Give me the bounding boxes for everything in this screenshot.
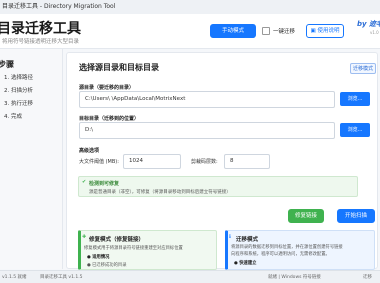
status-right2: 迁移 xyxy=(363,275,372,280)
usage-help-button[interactable]: ▣ 使用说明 xyxy=(306,24,344,38)
depth-input[interactable]: 8 xyxy=(224,154,270,169)
start-scan-button[interactable]: 开始扫描 xyxy=(337,209,375,223)
section-title: 选择源目录和目标目录 xyxy=(79,63,159,72)
migrate-panel-title: 迁移模式 xyxy=(236,237,259,243)
repair-panel-sub2: ● 已迁移成功的目录 xyxy=(87,263,127,268)
window-titlebar: 目录迁移工具 - Directory Migration Tool xyxy=(0,0,380,15)
steps-sidebar: 步骤 1. 选择路径 2. 扫描分析 3. 执行迁移 4. 完成 xyxy=(0,49,63,269)
repair-mode-panel: ✚ 修复模式（修复链接） 修复模式用于将源目录符号链接重建至对应目标位置 ● 适… xyxy=(78,230,217,270)
migrate-panel-text1: 将源目录的数据迁移到目标位置，并在源位置创建符号链接 xyxy=(231,245,343,250)
path-card: 选择源目录和目标目录 迁移模式 源目录（要迁移的目录） C:\Users\ \A… xyxy=(66,52,378,270)
status-right: 就绪 | Windows 符号链接 xyxy=(268,275,321,280)
app-header: 目录迁移工具 将用符号链接透明迁移大型目录 手动模式 一键迁移 ▣ 使用说明 b… xyxy=(0,14,380,49)
sidebar-item-select-path[interactable]: 1. 选择路径 xyxy=(4,73,33,81)
detect-title: 检测到可修复 xyxy=(89,181,120,187)
checkbox-icon[interactable] xyxy=(262,27,270,35)
app-subtitle: 将用符号链接透明迁移大型目录 xyxy=(2,39,80,45)
steps-title: 步骤 xyxy=(0,60,14,69)
migrate-panel-sub: ● 快速建立 xyxy=(234,261,257,266)
usage-help-label: 使用说明 xyxy=(317,28,340,34)
window-title: 目录迁移工具 - Directory Migration Tool xyxy=(2,3,116,10)
check-icon: ✔ xyxy=(82,179,87,185)
migrate-panel-text2: 向程序和系统，程序可以透明访问，无需修改配置。 xyxy=(231,252,330,257)
source-label: 源目录（要迁移的目录） xyxy=(79,85,135,91)
repair-panel-title: 修复模式（修复链接） xyxy=(89,237,145,243)
source-browse-button[interactable]: 浏览... xyxy=(340,92,370,106)
one-click-label: 一键迁移 xyxy=(273,29,296,35)
advanced-options-label: 高级选项 xyxy=(79,148,100,154)
sidebar-item-scan[interactable]: 2. 扫描分析 xyxy=(4,86,33,94)
sidebar-item-done[interactable]: 4. 完成 xyxy=(4,112,22,120)
threshold-input[interactable]: 1024 xyxy=(123,154,181,169)
status-middle: 目录迁移工具 v1.1.5 xyxy=(40,275,83,280)
source-input[interactable]: C:\Users\ \AppData\Local\MotrixNext xyxy=(79,91,335,108)
target-label: 目标目录（迁移到的位置） xyxy=(79,116,140,122)
detect-text: 源是普通目录（非空），可修复（将源目录移动到目标后建立符号链接） xyxy=(89,190,231,195)
wrench-icon: ✚ xyxy=(82,234,87,240)
repair-link-button[interactable]: 修复链接 xyxy=(288,209,324,223)
repair-panel-sub1: ● 适用情况 xyxy=(87,255,110,260)
detect-notice: ✔ 检测到可修复 源是普通目录（非空），可修复（将源目录移动到目标后建立符号链接… xyxy=(78,176,358,197)
migrate-mode-panel: ℹ 迁移模式 将源目录的数据迁移到目标位置，并在源位置创建符号链接 向程序和系统… xyxy=(225,230,375,270)
target-input[interactable]: D:\ xyxy=(79,122,335,139)
info-icon: ℹ xyxy=(229,234,231,240)
main-content: 选择源目录和目标目录 迁移模式 源目录（要迁移的目录） C:\Users\ \A… xyxy=(66,52,380,270)
status-bar: v1.1.5 就绪 目录迁移工具 v1.1.5 就绪 | Windows 符号链… xyxy=(0,270,380,283)
one-click-toggle[interactable]: 一键迁移 xyxy=(262,24,302,38)
mode-badge: 迁移模式 xyxy=(350,63,377,74)
depth-label: 剪裁码层数: xyxy=(191,159,218,165)
repair-panel-text: 修复模式用于将源目录符号链接重建至对应目标位置 xyxy=(84,246,183,251)
threshold-label: 大文件阈值 (MB): xyxy=(79,159,119,165)
brand-version: v1.0 xyxy=(370,30,379,35)
target-browse-button[interactable]: 浏览... xyxy=(340,123,370,137)
sidebar-item-migrate[interactable]: 3. 执行迁移 xyxy=(4,99,33,107)
app-title: 目录迁移工具 xyxy=(0,21,81,37)
manual-mode-button[interactable]: 手动模式 xyxy=(210,24,256,38)
status-left: v1.1.5 就绪 xyxy=(2,275,27,280)
manual-mode-label: 手动模式 xyxy=(221,28,244,34)
brand-logo: by 迹毛 xyxy=(357,20,380,28)
